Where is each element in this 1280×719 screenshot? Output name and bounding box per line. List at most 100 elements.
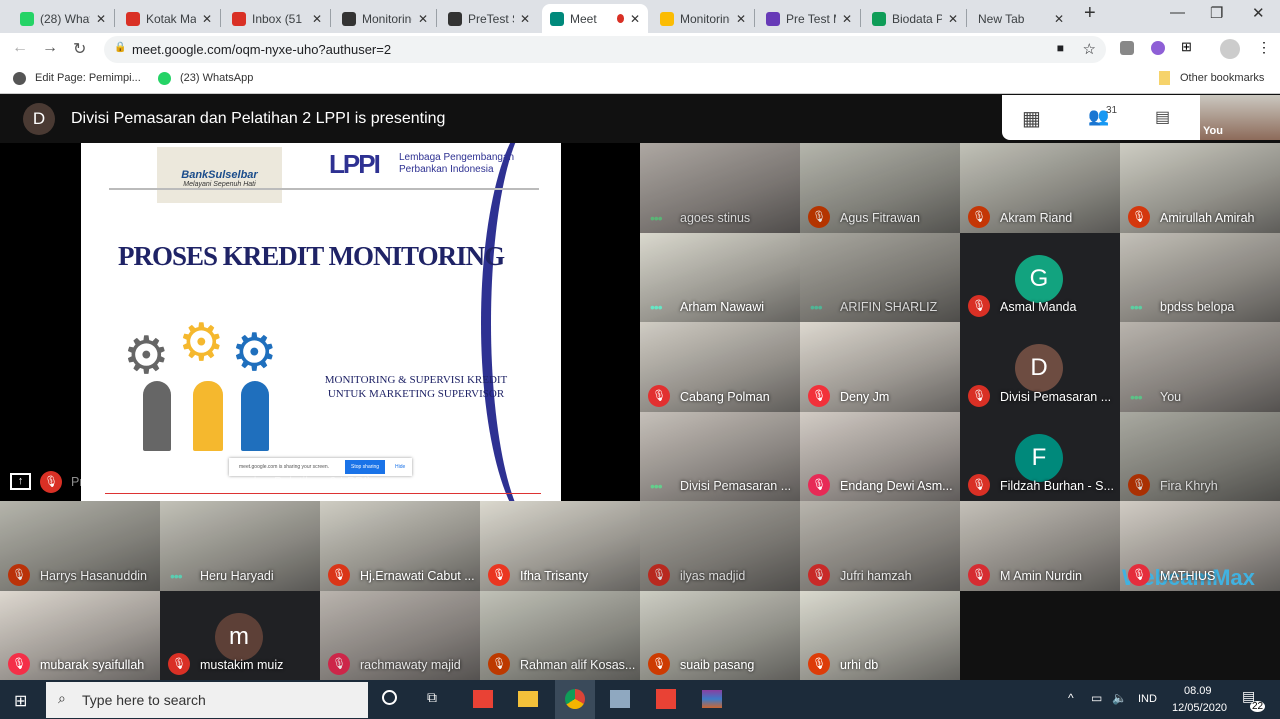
mic-off-icon: 🎙 — [488, 653, 510, 675]
grid-layout-icon[interactable]: ▦ — [1022, 106, 1041, 131]
close-tab-icon[interactable]: ✕ — [842, 12, 852, 26]
chevron-up-icon[interactable]: ^ — [1068, 691, 1074, 705]
browser-tab[interactable]: New Tab ✕ — [970, 4, 1072, 33]
participant-tile[interactable]: 🎙 Fira Khryh — [1120, 412, 1280, 501]
close-window-button[interactable]: ✕ — [1252, 4, 1265, 22]
windows-start-icon[interactable]: ⊞ — [14, 691, 27, 711]
tab-title: PreTest S — [468, 11, 514, 26]
participant-tile[interactable]: G 🎙 Asmal Manda — [960, 233, 1120, 322]
participant-tile[interactable]: 🎙 rachmawaty majid — [320, 591, 480, 680]
participant-name: Arham Nawawi — [680, 300, 765, 314]
participant-tile[interactable]: WebcamMax 🎙 MATHIUS — [1120, 501, 1280, 591]
browser-tab[interactable]: Pre Test M ✕ — [758, 4, 860, 33]
file-explorer-icon[interactable] — [518, 691, 538, 707]
participant-tile[interactable]: 🎙 Harrys Hasanuddin — [0, 501, 160, 591]
chat-icon[interactable]: ▤ — [1155, 107, 1170, 127]
minimize-button[interactable]: — — [1170, 4, 1185, 21]
star-icon[interactable]: ☆ — [1083, 40, 1096, 58]
participant-tile[interactable]: 🎙 Amirullah Amirah — [1120, 143, 1280, 233]
camera-icon[interactable]: ■ — [1057, 41, 1064, 55]
browser-tab[interactable]: Inbox (51) ✕ — [224, 4, 330, 33]
extension-icon[interactable] — [1120, 41, 1134, 55]
profile-avatar[interactable] — [1220, 39, 1240, 59]
language-indicator[interactable]: IND — [1138, 693, 1157, 705]
participant-avatar: D — [1015, 344, 1063, 392]
browser-tab[interactable]: Monitoring ✕ — [652, 4, 754, 33]
close-tab-icon[interactable]: ✕ — [312, 12, 322, 26]
menu-icon[interactable]: ⋮ — [1257, 39, 1271, 56]
participant-tile[interactable]: ••• Heru Haryadi — [160, 501, 320, 591]
lppi-name-line: Lembaga Pengembangan — [399, 152, 515, 163]
participant-tile[interactable]: 🎙 suaib pasang — [640, 591, 800, 680]
bookmarks-bar: Edit Page: Pemimpi... (23) WhatsApp Othe… — [0, 65, 1280, 94]
participant-tile[interactable]: 🎙 Cabang Polman — [640, 322, 800, 412]
participant-avatar: F — [1015, 434, 1063, 482]
stop-sharing-button[interactable]: Stop sharing — [345, 460, 386, 474]
participant-tile[interactable]: ••• You — [1120, 322, 1280, 412]
app-icon[interactable] — [610, 690, 630, 708]
participant-tile[interactable]: m 🎙 mustakim muiz — [160, 591, 320, 680]
close-tab-icon[interactable]: ✕ — [1054, 12, 1064, 26]
participant-tile[interactable]: ••• agoes stinus — [640, 143, 800, 233]
browser-tab[interactable]: Kotak Masuk ✕ — [118, 4, 220, 33]
volume-icon[interactable]: 🔈 — [1112, 691, 1127, 705]
participant-tile[interactable]: D 🎙 Divisi Pemasaran ... — [960, 322, 1120, 412]
pin-icon[interactable]: ↑ — [10, 473, 31, 490]
participant-tile[interactable]: 🎙 Agus Fitrawan — [800, 143, 960, 233]
participant-tile[interactable]: 🎙 Ifha Trisanty — [480, 501, 640, 591]
browser-tab[interactable]: Meet ✕ — [542, 4, 648, 33]
participant-tile[interactable]: 🎙 Hj.Ernawati Cabut ... — [320, 501, 480, 591]
participant-tile[interactable]: ••• ARIFIN SHARLIZ — [800, 233, 960, 322]
browser-tab[interactable]: Biodata P ✕ — [864, 4, 966, 33]
participant-tile[interactable]: F 🎙 Fildzah Burhan - S... — [960, 412, 1120, 501]
battery-icon[interactable]: ▭ — [1091, 691, 1102, 705]
apps-icon[interactable]: ⊞ — [1181, 39, 1192, 55]
participant-tile[interactable]: 🎙 M Amin Nurdin — [960, 501, 1120, 591]
browser-tab[interactable]: Monitoring ✕ — [334, 4, 436, 33]
close-tab-icon[interactable]: ✕ — [202, 12, 212, 26]
close-tab-icon[interactable]: ✕ — [736, 12, 746, 26]
close-tab-icon[interactable]: ✕ — [96, 12, 106, 26]
url-input[interactable]: 🔒 meet.google.com/oqm-nyxe-uho?authuser=… — [104, 36, 1106, 63]
participant-tile[interactable]: 🎙 Jufri hamzah — [800, 501, 960, 591]
participant-tile[interactable]: ••• Arham Nawawi — [640, 233, 800, 322]
bookmark-item[interactable]: Edit Page: Pemimpi... — [35, 72, 141, 84]
participant-tile[interactable]: ••• bpdss belopa — [1120, 233, 1280, 322]
task-view-icon[interactable]: ⧉ — [427, 689, 437, 706]
other-bookmarks[interactable]: Other bookmarks — [1180, 72, 1264, 84]
participant-tile[interactable]: 🎙 urhi db — [800, 591, 960, 680]
close-tab-icon[interactable]: ✕ — [630, 12, 640, 26]
restore-button[interactable]: ❐ — [1210, 4, 1223, 22]
clock-time[interactable]: 08.09 — [1184, 685, 1212, 697]
winrar-icon[interactable] — [702, 690, 722, 708]
taskbar-search[interactable]: ⌕ Type here to search — [46, 682, 368, 718]
back-icon[interactable]: ← — [12, 39, 28, 57]
participant-tile[interactable]: 🎙 Rahman alif Kosas... — [480, 591, 640, 680]
participant-tile[interactable]: 🎙 Endang Dewi Asm... — [800, 412, 960, 501]
forward-icon[interactable]: → — [42, 39, 58, 57]
participant-tile[interactable]: ••• Divisi Pemasaran ... — [640, 412, 800, 501]
clock-date[interactable]: 12/05/2020 — [1172, 702, 1227, 714]
participant-name: Endang Dewi Asm... — [840, 479, 953, 493]
mic-off-icon: 🎙 — [488, 564, 510, 586]
reload-icon[interactable]: ↻ — [73, 39, 86, 59]
browser-tab[interactable]: (28) WhatsApp ✕ — [12, 4, 114, 33]
cortana-icon[interactable] — [382, 690, 397, 705]
extension-icon[interactable] — [1151, 41, 1165, 55]
pdf-app-icon[interactable] — [656, 689, 676, 709]
app-icon[interactable] — [473, 690, 493, 708]
bookmark-item[interactable]: (23) WhatsApp — [180, 72, 253, 84]
mic-off-icon: 🎙 — [1128, 474, 1150, 496]
participant-tile[interactable]: 🎙 ilyas madjid — [640, 501, 800, 591]
browser-tab[interactable]: PreTest S ✕ — [440, 4, 538, 33]
participant-name: mustakim muiz — [200, 658, 284, 672]
participant-tile[interactable]: 🎙 Akram Riand — [960, 143, 1120, 233]
chrome-icon[interactable] — [555, 680, 595, 719]
participant-tile[interactable]: 🎙 Deny Jm — [800, 322, 960, 412]
close-tab-icon[interactable]: ✕ — [948, 12, 958, 26]
close-tab-icon[interactable]: ✕ — [418, 12, 428, 26]
new-tab-button[interactable]: + — [1084, 2, 1096, 25]
hide-button[interactable]: Hide — [395, 464, 405, 470]
close-tab-icon[interactable]: ✕ — [520, 12, 530, 26]
participant-tile[interactable]: 🎙 mubarak syaifullah — [0, 591, 160, 680]
